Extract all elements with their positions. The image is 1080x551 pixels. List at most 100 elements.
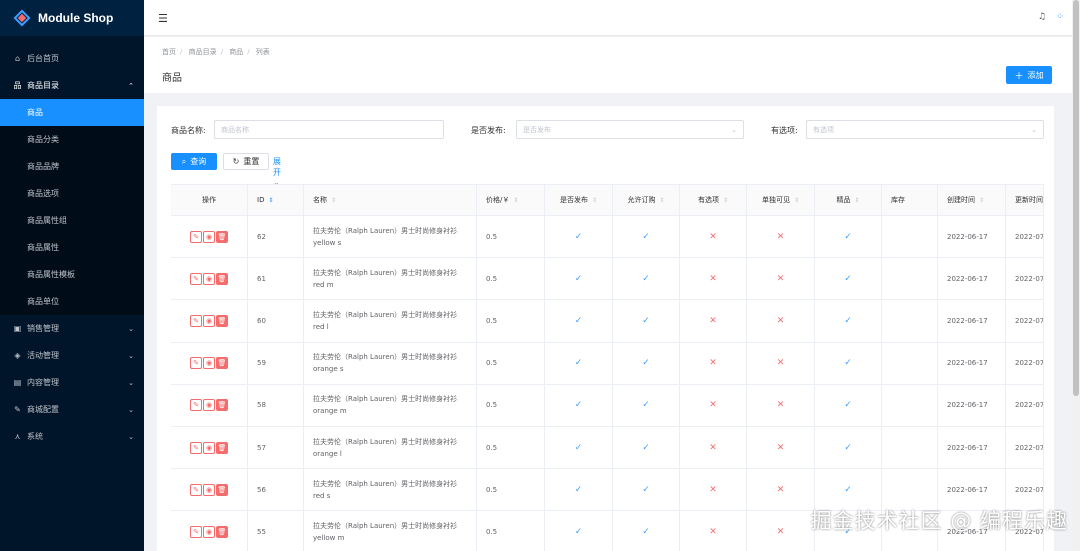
column-header[interactable]: 创建时间 ⇕ bbox=[938, 185, 1006, 215]
view-icon[interactable]: ◉ bbox=[203, 357, 215, 370]
sort-icon[interactable]: ⇕ bbox=[979, 197, 984, 204]
sidebar-subitem[interactable]: 商品 bbox=[0, 99, 144, 126]
edit-icon[interactable]: ✎ bbox=[190, 483, 202, 496]
column-header-label: 单独可见 bbox=[761, 196, 790, 204]
delete-icon[interactable]: 🗑 bbox=[216, 483, 228, 496]
table-cell: 拉夫劳伦（Ralph Lauren）男士时尚修身衬衫 orange l bbox=[304, 426, 477, 469]
column-header-label: 价格/￥ bbox=[486, 196, 510, 204]
sidebar-item[interactable]: ✎ 商城配置 ⌄ bbox=[0, 396, 144, 423]
sidebar-subitem[interactable]: 商品单位 bbox=[0, 288, 144, 315]
view-icon[interactable]: ◉ bbox=[203, 314, 215, 327]
column-header[interactable]: 库存 bbox=[882, 185, 938, 215]
sidebar-subitem[interactable]: 商品属性组 bbox=[0, 207, 144, 234]
grid-dots-icon[interactable]: ⁘ bbox=[1056, 12, 1064, 22]
sort-icon[interactable]: ⇕ bbox=[513, 197, 518, 204]
sidebar-item[interactable]: 品商品目录 ⌃ bbox=[0, 72, 144, 99]
expand-button[interactable]: 展开⌄ bbox=[273, 156, 281, 187]
sidebar-subitem[interactable]: 商品属性 bbox=[0, 234, 144, 261]
view-icon[interactable]: ◉ bbox=[203, 441, 215, 454]
delete-icon[interactable]: 🗑 bbox=[216, 441, 228, 454]
name-filter-input[interactable]: 商品名称 bbox=[214, 120, 444, 139]
table-row: ✎ ◉ 🗑 61 拉夫劳伦（Ralph Lauren）男士时尚修身衬衫 red m 0.5… bbox=[171, 258, 1044, 301]
scrollbar-thumb[interactable] bbox=[1073, 0, 1079, 396]
plus-icon: ＋ bbox=[1014, 71, 1024, 82]
query-button[interactable]: ⌕ 查询 bbox=[171, 153, 217, 170]
delete-icon[interactable]: 🗑 bbox=[216, 357, 228, 370]
sidebar-subitem[interactable]: 商品属性模板 bbox=[0, 261, 144, 288]
options-filter-select[interactable]: 有选项 ⌄ bbox=[806, 120, 1044, 139]
chevron-up-icon: ⌃ bbox=[128, 81, 134, 90]
sidebar-subitem[interactable]: 商品选项 bbox=[0, 180, 144, 207]
column-header[interactable]: 单独可见 ⇕ bbox=[747, 185, 815, 215]
sort-icon[interactable]: ⇕ bbox=[794, 197, 799, 204]
table-row: ✎ ◉ 🗑 62 拉夫劳伦（Ralph Lauren）男士时尚修身衬衫 yellow s… bbox=[171, 216, 1044, 259]
column-header[interactable]: 操作 bbox=[171, 185, 248, 215]
check-icon: ✓ bbox=[574, 442, 583, 453]
cross-icon: ✕ bbox=[709, 484, 717, 495]
column-header[interactable]: 更新时间⇕ bbox=[1006, 185, 1044, 215]
edit-icon[interactable]: ✎ bbox=[190, 272, 202, 285]
column-header-label: 有选项 bbox=[697, 196, 719, 204]
cross-icon: ✕ bbox=[709, 231, 717, 242]
sidebar-subitem[interactable]: 商品品牌 bbox=[0, 153, 144, 180]
sort-icon[interactable]: ⇕ bbox=[268, 197, 273, 204]
check-icon: ✓ bbox=[574, 400, 583, 411]
sidebar-item[interactable]: ⌂ 后台首页 bbox=[0, 45, 144, 72]
column-header[interactable]: ID ⇕ bbox=[248, 185, 304, 215]
sort-icon[interactable]: ⇕ bbox=[723, 197, 728, 204]
breadcrumb-item[interactable]: 商品 bbox=[229, 48, 243, 56]
column-header[interactable]: 是否发布 ⇕ bbox=[545, 185, 613, 215]
column-header[interactable]: 名称 ⇕ bbox=[304, 185, 477, 215]
add-button[interactable]: ＋添加 bbox=[1006, 66, 1052, 84]
column-header[interactable]: 有选项 ⇕ bbox=[680, 185, 747, 215]
sidebar-item[interactable]: ◈ 活动管理 ⌄ bbox=[0, 342, 144, 369]
edit-icon[interactable]: ✎ bbox=[190, 399, 202, 412]
breadcrumb-item[interactable]: 商品目录 bbox=[189, 48, 217, 56]
sort-icon[interactable]: ⇕ bbox=[854, 197, 859, 204]
view-icon[interactable]: ◉ bbox=[203, 230, 215, 243]
column-header[interactable]: 价格/￥ ⇕ bbox=[477, 185, 545, 215]
view-icon[interactable]: ◉ bbox=[203, 399, 215, 412]
menu-fold-icon[interactable]: ☰ bbox=[158, 12, 168, 25]
view-icon[interactable]: ◉ bbox=[203, 483, 215, 496]
cell-name: 拉夫劳伦（Ralph Lauren）男士时尚修身衬衫 red l bbox=[313, 310, 458, 331]
column-header[interactable]: 允许订购 ⇕ bbox=[613, 185, 680, 215]
breadcrumb-item[interactable]: 首页 bbox=[162, 48, 176, 56]
edit-icon[interactable]: ✎ bbox=[190, 230, 202, 243]
published-filter-select[interactable]: 是否发布 ⌄ bbox=[516, 120, 744, 139]
edit-icon[interactable]: ✎ bbox=[190, 441, 202, 454]
cell-name: 拉夫劳伦（Ralph Lauren）男士时尚修身衬衫 red s bbox=[313, 479, 458, 500]
table-cell bbox=[882, 426, 938, 469]
brand[interactable]: Module Shop bbox=[0, 0, 144, 36]
column-header-label: 允许订购 bbox=[627, 196, 656, 204]
view-icon[interactable]: ◉ bbox=[203, 525, 215, 538]
table-cell: ✕ bbox=[747, 300, 815, 342]
sidebar-item[interactable]: ⋏ 系统 ⌄ bbox=[0, 423, 144, 450]
delete-icon[interactable]: 🗑 bbox=[216, 314, 228, 327]
delete-icon[interactable]: 🗑 bbox=[216, 230, 228, 243]
sort-icon[interactable]: ⇕ bbox=[331, 197, 336, 204]
cross-icon: ✕ bbox=[709, 273, 717, 284]
sidebar-item[interactable]: ▣ 销售管理 ⌄ bbox=[0, 315, 144, 342]
delete-icon[interactable]: 🗑 bbox=[216, 525, 228, 538]
sidebar-subitem[interactable]: 商品分类 bbox=[0, 126, 144, 153]
view-icon[interactable]: ◉ bbox=[203, 272, 215, 285]
delete-icon[interactable]: 🗑 bbox=[216, 399, 228, 412]
cell-name: 拉夫劳伦（Ralph Lauren）男士时尚修身衬衫 orange s bbox=[313, 353, 458, 374]
table-cell: 2022-06-17 bbox=[938, 300, 1006, 342]
edit-icon[interactable]: ✎ bbox=[190, 525, 202, 538]
reset-button[interactable]: ↻ 重置 bbox=[223, 153, 269, 170]
bell-icon[interactable]: ♫ bbox=[1038, 12, 1046, 22]
sidebar-item[interactable]: ▤ 内容管理 ⌄ bbox=[0, 369, 144, 396]
column-header[interactable]: 精品 ⇕ bbox=[815, 185, 882, 215]
delete-icon[interactable]: 🗑 bbox=[216, 272, 228, 285]
table-cell: ✓ bbox=[613, 426, 680, 469]
sort-icon[interactable]: ⇕ bbox=[592, 197, 597, 204]
edit-icon[interactable]: ✎ bbox=[190, 314, 202, 327]
sort-icon[interactable]: ⇕ bbox=[659, 197, 664, 204]
page-scrollbar[interactable] bbox=[1072, 0, 1080, 551]
check-icon: ✓ bbox=[642, 358, 650, 369]
edit-icon[interactable]: ✎ bbox=[190, 357, 202, 370]
chevron-down-icon: ⌄ bbox=[128, 432, 134, 441]
table-cell: ✓ bbox=[545, 426, 613, 469]
